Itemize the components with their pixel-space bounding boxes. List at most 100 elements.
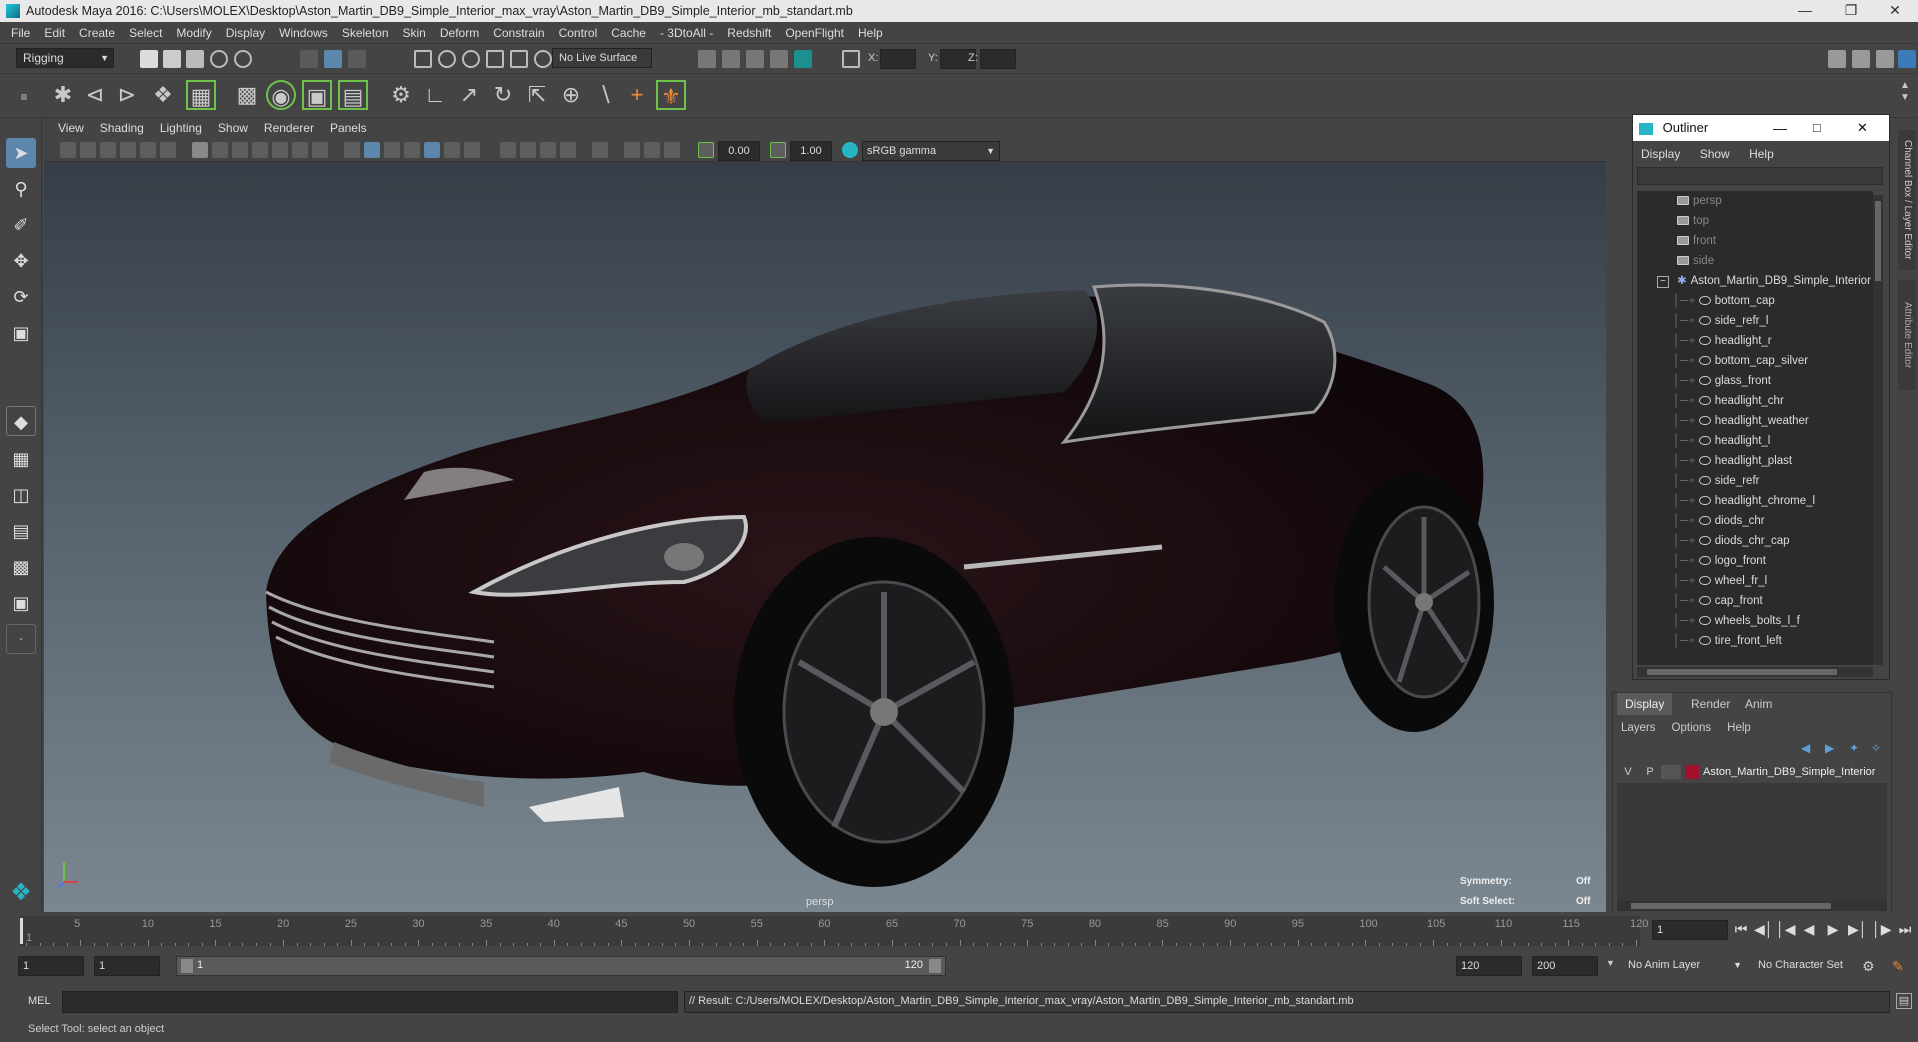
snap-curve-icon[interactable] (438, 50, 456, 68)
motion-blur-icon[interactable] (520, 142, 536, 158)
parent-constraint-icon[interactable]: ⊕ (556, 80, 586, 110)
step-back-icon[interactable]: │◀ (1776, 920, 1796, 938)
outliner-horizontal-scrollbar[interactable] (1637, 667, 1873, 677)
tool-settings-toggle-icon[interactable] (1876, 50, 1894, 68)
field-chart-icon[interactable] (272, 142, 288, 158)
menu-3dtoall[interactable]: - 3DtoAll - (653, 22, 720, 44)
grid-icon[interactable] (192, 142, 208, 158)
time-slider[interactable]: 1 5 10 15 20 25 30 35 40 45 50 55 60 65 70 75 80 85 90 95 1… (0, 912, 1918, 948)
shelf-scroll-icon[interactable]: ▲ ▼ (1896, 80, 1914, 110)
set-driven-key-icon[interactable]: ⚜ (656, 80, 686, 110)
auto-key-icon[interactable]: ⚙ (1862, 958, 1875, 975)
outliner-item-mesh[interactable]: │─∘ cap_front (1673, 591, 1763, 611)
locator-icon[interactable]: + (622, 80, 652, 110)
z-field[interactable] (980, 49, 1016, 69)
ik-spline-icon[interactable]: ⊳ (112, 80, 142, 110)
menu-modify[interactable]: Modify (169, 22, 218, 44)
menu-control[interactable]: Control (552, 22, 605, 44)
go-to-start-icon[interactable]: ⏮ (1732, 920, 1750, 938)
tab-display[interactable]: Display (1617, 693, 1673, 715)
shelf-menu-icon[interactable]: ≡ (14, 82, 34, 112)
new-layer-selected-icon[interactable]: ✧ (1871, 741, 1881, 755)
close-icon[interactable]: ✕ (1872, 0, 1918, 22)
custom-layout-icon[interactable]: - (6, 624, 36, 654)
scale-tool-icon[interactable]: ▣ (6, 318, 36, 348)
cluster-icon[interactable]: ⚙ (386, 80, 416, 110)
maya-home-icon[interactable]: ❖ (6, 878, 36, 908)
textured-icon[interactable] (424, 142, 440, 158)
bind-skin-icon[interactable]: ◉ (266, 80, 296, 110)
color-space-dropdown[interactable]: sRGB gamma ▼ (862, 141, 1000, 161)
outliner-item-mesh[interactable]: │─∘ headlight_r (1673, 331, 1772, 351)
tab-render[interactable]: Render (1683, 693, 1738, 715)
outliner-item-mesh[interactable]: │─∘ headlight_l (1673, 431, 1770, 451)
xray-joints-icon[interactable] (644, 142, 660, 158)
collapse-icon[interactable]: − (1657, 276, 1669, 288)
safe-action-icon[interactable] (292, 142, 308, 158)
restore-icon[interactable]: ❐ (1828, 0, 1874, 22)
attribute-editor-toggle-icon[interactable] (1852, 50, 1870, 68)
vp-menu-view[interactable]: View (50, 118, 92, 138)
outliner-item-mesh[interactable]: │─∘ wheels_bolts_l_f (1673, 611, 1800, 631)
lasso-tool-icon[interactable]: ⚲ (6, 174, 36, 204)
orient-constraint-icon[interactable]: ↻ (488, 80, 518, 110)
attribute-editor-side-tab[interactable]: Attribute Editor (1898, 280, 1916, 390)
menu-constrain[interactable]: Constrain (486, 22, 551, 44)
outliner-tree[interactable]: persp top front side − ✱ Aston_Martin_DB9_… (1637, 191, 1873, 665)
range-slider[interactable]: 1 120 (176, 956, 946, 976)
render-view-icon[interactable] (698, 50, 716, 68)
outliner-item-camera[interactable]: side (1677, 251, 1714, 271)
outliner-item-camera[interactable]: top (1677, 211, 1709, 231)
color-management-icon[interactable] (842, 142, 858, 158)
outliner-item-mesh[interactable]: │─∘ bottom_cap (1673, 291, 1775, 311)
animation-end-field[interactable]: 200 (1532, 956, 1598, 976)
menu-display[interactable]: Display (219, 22, 272, 44)
film-gate-icon[interactable] (212, 142, 228, 158)
outliner-item-mesh[interactable]: │─∘ headlight_plast (1673, 451, 1792, 471)
outliner-item-mesh[interactable]: │─∘ bottom_cap_silver (1673, 351, 1808, 371)
use-lights-icon[interactable] (444, 142, 460, 158)
playback-end-field[interactable]: 120 (1456, 956, 1522, 976)
smooth-shade-icon[interactable] (364, 142, 380, 158)
menu-windows[interactable]: Windows (272, 22, 335, 44)
save-scene-icon[interactable] (186, 50, 204, 68)
select-component-icon[interactable] (348, 50, 366, 68)
mirror-joint-icon[interactable]: ▦ (186, 80, 216, 110)
menu-skeleton[interactable]: Skeleton (335, 22, 396, 44)
animation-start-field[interactable]: 1 (18, 956, 84, 976)
outliner-item-mesh[interactable]: │─∘ wheel_fr_l (1673, 571, 1767, 591)
gate-mask-icon[interactable] (252, 142, 268, 158)
animation-preferences-icon[interactable]: ✎ (1892, 958, 1904, 975)
minimize-icon[interactable]: — (1782, 0, 1828, 22)
snap-grid-icon[interactable] (414, 50, 432, 68)
move-tool-icon[interactable]: ✥ (6, 246, 36, 276)
rotate-tool-icon[interactable]: ⟳ (6, 282, 36, 312)
lattice-icon[interactable]: ▤ (338, 80, 368, 110)
aim-constraint-icon[interactable]: ↗ (454, 80, 484, 110)
outliner-item-mesh[interactable]: │─∘ side_refr_l (1673, 311, 1768, 331)
vp-menu-panels[interactable]: Panels (322, 118, 375, 138)
wireframe-icon[interactable] (344, 142, 360, 158)
range-start-handle[interactable] (181, 959, 193, 973)
exposure-icon[interactable] (698, 142, 714, 158)
outliner-item-mesh[interactable]: │─∘ headlight_chr (1673, 391, 1784, 411)
isolate-select-icon[interactable] (592, 142, 608, 158)
script-editor-icon[interactable]: ▤ (1896, 993, 1912, 1009)
layer-name[interactable]: Aston_Martin_DB9_Simple_Interior (1703, 766, 1875, 778)
menu-openflight[interactable]: OpenFlight (778, 22, 851, 44)
channel-box-side-tab[interactable]: Channel Box / Layer Editor (1898, 130, 1916, 270)
select-camera-icon[interactable] (60, 142, 76, 158)
outliner-item-mesh[interactable]: │─∘ headlight_weather (1673, 411, 1809, 431)
paint-select-icon[interactable]: ✐ (6, 210, 36, 240)
hypershade-icon[interactable] (794, 50, 812, 68)
tab-anim[interactable]: Anim (1737, 693, 1780, 715)
outliner-item-mesh[interactable]: │─∘ diods_chr_cap (1673, 531, 1790, 551)
range-end-handle[interactable] (929, 959, 941, 973)
vp-menu-lighting[interactable]: Lighting (152, 118, 210, 138)
step-forward-key-icon[interactable]: │▶ (1872, 920, 1892, 938)
paint-weights-icon[interactable]: ▣ (302, 80, 332, 110)
end-dropdown-icon[interactable]: ▼ (1606, 958, 1615, 968)
play-backwards-icon[interactable]: ◀ (1800, 920, 1818, 938)
scale-constraint-icon[interactable]: ⇱ (522, 80, 552, 110)
image-plane-icon[interactable] (120, 142, 136, 158)
